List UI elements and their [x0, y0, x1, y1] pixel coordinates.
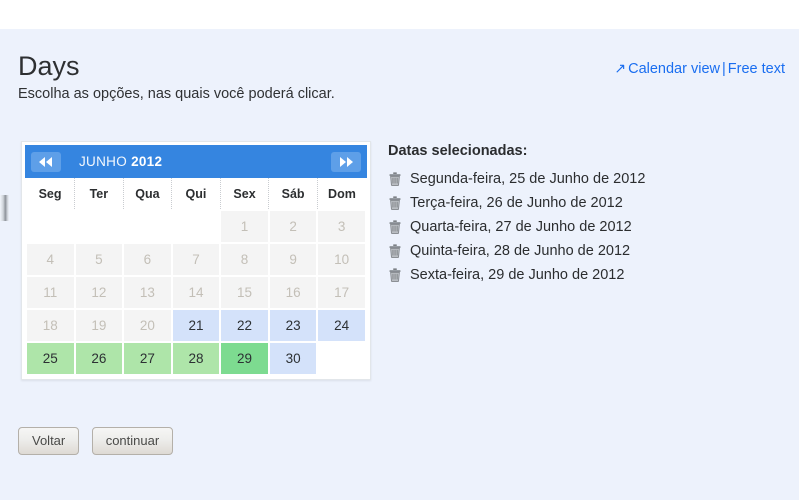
weekday-header-sáb: Sáb	[268, 178, 318, 210]
next-month-button[interactable]	[331, 151, 361, 172]
calendar-day-8: 8	[219, 242, 270, 277]
calendar-month-year: JUNHO 2012	[61, 154, 331, 169]
calendar-day-3: 3	[316, 209, 367, 244]
calendar-day-11: 11	[25, 275, 76, 310]
page-container: Days Escolha as opções, nas quais você p…	[0, 29, 799, 500]
selected-date-label: Sexta-feira, 29 de Junho de 2012	[410, 267, 625, 283]
selected-date-row: Terça-feira, 26 de Junho de 2012	[388, 191, 778, 215]
calendar-week-row: 18 19 20 21 22 23 24	[25, 308, 367, 343]
calendar-day-23[interactable]: 23	[267, 308, 319, 343]
calendar-view-link[interactable]: Calendar view	[628, 61, 720, 77]
calendar-day-18: 18	[25, 308, 76, 343]
back-button[interactable]: Voltar	[18, 427, 80, 455]
calendar-day-12: 12	[73, 275, 125, 310]
calendar-day-25[interactable]: 25	[25, 341, 76, 376]
calendar-day-27[interactable]: 27	[122, 341, 173, 376]
calendar-day-5: 5	[73, 242, 125, 277]
calendar-week-row: 11 12 13 14 15 16 17	[25, 275, 367, 310]
calendar-day-29[interactable]: 29	[219, 341, 270, 376]
calendar-week-row: 123	[25, 209, 367, 244]
top-links: ↗ Calendar view | Free text	[614, 60, 785, 77]
trash-icon[interactable]	[388, 243, 402, 259]
calendar-day-empty	[25, 209, 76, 244]
calendar-day-4: 4	[25, 242, 76, 277]
calendar-day-empty	[122, 209, 173, 244]
selected-date-label: Quarta-feira, 27 de Junho de 2012	[410, 219, 632, 235]
footer-button-bar: Voltar continuar	[18, 427, 181, 455]
calendar-day-empty	[73, 209, 125, 244]
trash-icon[interactable]	[388, 267, 402, 283]
calendar-table: Seg Ter Qua Qui Sex Sáb Dom 1 2 3 4 5 6 7 8 9 10 11 12 13 1…	[25, 178, 367, 376]
calendar-day-15: 15	[219, 275, 270, 310]
left-edge-scroll-stub[interactable]	[0, 195, 9, 221]
weekday-header-ter: Ter	[74, 178, 124, 210]
calendar-weekday-header: Seg Ter Qua Qui Sex Sáb Dom	[26, 178, 366, 210]
trash-icon[interactable]	[388, 171, 402, 187]
calendar-day-21[interactable]: 21	[170, 308, 222, 343]
calendar-day-17: 17	[316, 275, 367, 310]
calendar-day-9: 9	[267, 242, 319, 277]
weekday-header-sex: Sex	[220, 178, 270, 210]
calendar-year-label: 2012	[131, 154, 163, 169]
calendar-day-28[interactable]: 28	[170, 341, 222, 376]
calendar-day-7: 7	[170, 242, 222, 277]
page-title: Days	[18, 51, 80, 81]
weekday-header-dom: Dom	[317, 178, 366, 210]
calendar-day-22[interactable]: 22	[219, 308, 270, 343]
selected-dates-title: Datas selecionadas:	[388, 143, 528, 159]
calendar-day-6: 6	[122, 242, 173, 277]
calendar-day-16: 16	[267, 275, 319, 310]
calendar-week-row: 4 5 6 7 8 9 10	[25, 242, 367, 277]
selected-date-label: Segunda-feira, 25 de Junho de 2012	[410, 171, 646, 187]
calendar-body: 1 2 3 4 5 6 7 8 9 10 11 12 13 14 15 16 17 18 19 20 21 22 23 24 2…	[25, 209, 367, 376]
calendar-day-30[interactable]: 30	[267, 341, 319, 376]
prev-month-button[interactable]	[31, 151, 61, 172]
selected-date-row: Quarta-feira, 27 de Junho de 2012	[388, 215, 778, 239]
weekday-header-qui: Qui	[171, 178, 221, 210]
continue-button[interactable]: continuar	[91, 427, 174, 455]
selected-date-row: Quinta-feira, 28 de Junho de 2012	[388, 239, 778, 263]
trash-icon[interactable]	[388, 195, 402, 211]
selected-date-row: Sexta-feira, 29 de Junho de 2012	[388, 263, 778, 287]
calendar-day-empty	[170, 209, 222, 244]
external-link-arrow-icon: ↗	[614, 60, 627, 76]
weekday-header-seg: Seg	[26, 178, 76, 210]
calendar-day-1: 1	[219, 209, 270, 244]
selected-date-label: Quinta-feira, 28 de Junho de 2012	[410, 243, 631, 259]
calendar-month-label: JUNHO	[79, 154, 127, 169]
weekday-header-qua: Qua	[123, 178, 173, 210]
calendar-day-19: 19	[73, 308, 125, 343]
calendar-day-14: 14	[170, 275, 222, 310]
link-separator: |	[722, 61, 726, 77]
trash-icon[interactable]	[388, 219, 402, 235]
calendar-day-24[interactable]: 24	[316, 308, 367, 343]
selected-date-label: Terça-feira, 26 de Junho de 2012	[410, 195, 623, 211]
calendar-week-row: 25 26 27 28 29 30	[25, 341, 367, 376]
calendar-day-20: 20	[122, 308, 173, 343]
calendar-day-2: 2	[267, 209, 319, 244]
calendar-day-10: 10	[316, 242, 367, 277]
calendar-day-empty	[316, 341, 367, 376]
calendar-day-26[interactable]: 26	[73, 341, 125, 376]
selected-date-row: Segunda-feira, 25 de Junho de 2012	[388, 167, 778, 191]
selected-dates-list: Segunda-feira, 25 de Junho de 2012 Terça-…	[388, 167, 778, 287]
weekday-row: Seg Ter Qua Qui Sex Sáb Dom	[26, 178, 366, 210]
page-subtitle: Escolha as opções, nas quais você poderá…	[18, 86, 335, 102]
calendar-day-13: 13	[122, 275, 173, 310]
selected-dates-panel: Datas selecionadas: Segunda-feira, 25 de…	[388, 141, 778, 287]
calendar-header: JUNHO 2012	[25, 145, 367, 178]
free-text-link[interactable]: Free text	[728, 61, 785, 77]
calendar-widget: JUNHO 2012 Seg Ter Qua Qui Sex Sáb Dom 1234567…	[21, 141, 371, 380]
